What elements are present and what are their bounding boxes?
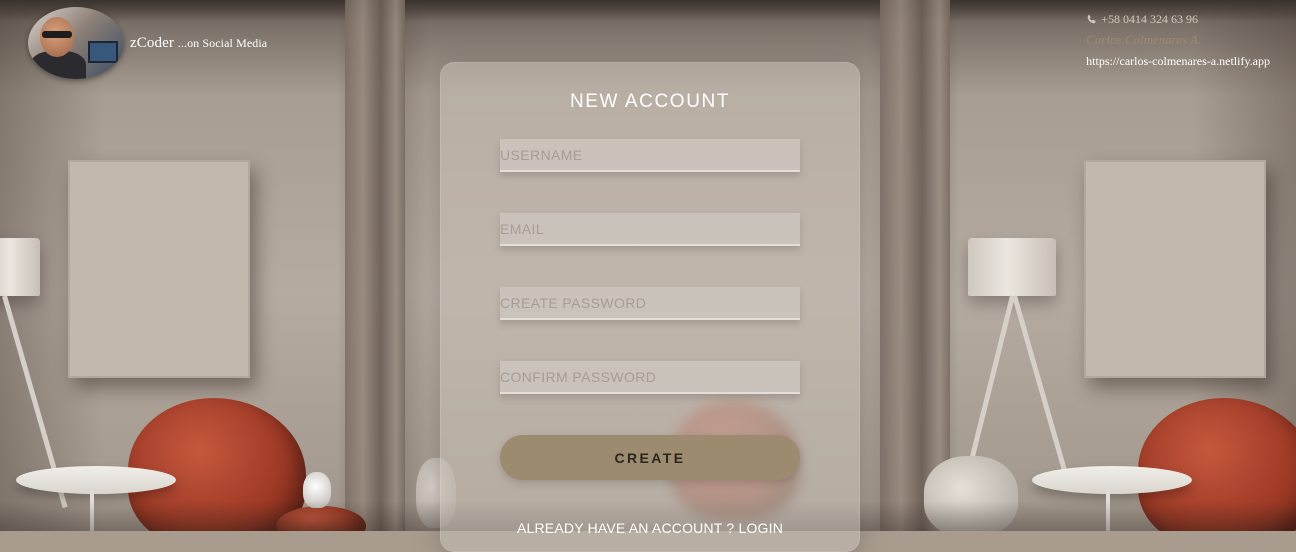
lamp-shade-left [0,238,40,296]
create-password-input[interactable] [500,287,800,320]
side-table-right [1032,466,1192,494]
phone-number: +58 0414 324 63 96 [1101,12,1198,26]
contact-name: Carlos Colmenares A. [1086,32,1202,47]
form-title: NEW ACCOUNT [569,91,731,112]
signup-card: NEW ACCOUNT CREATE ALREADY HAVE AN ACCOU… [440,62,860,552]
contact-url[interactable]: https://carlos-colmenares-a.netlify.app [1086,54,1270,69]
username-input[interactable] [500,139,800,172]
email-input[interactable] [500,213,800,246]
wall-panel-right [1084,160,1266,378]
avatar-monitor [88,41,118,63]
brand[interactable]: zCoder ...on Social Media [28,7,267,79]
wall-panel-left [68,160,250,378]
lamp-shade-right [968,238,1056,296]
side-table-left [16,466,176,494]
brand-text[interactable]: zCoder ...on Social Media [130,35,267,52]
login-link[interactable]: ALREADY HAVE AN ACCOUNT ? LOGIN [440,520,860,536]
phone-icon [1087,14,1096,24]
avatar-glasses [42,31,72,38]
create-button[interactable]: CREATE [500,435,800,480]
brand-name: zCoder [130,34,174,51]
phone-row: +58 0414 324 63 96 [1086,12,1270,27]
avatar[interactable] [28,7,124,79]
contact-info: +58 0414 324 63 96 Carlos Colmenares A. … [1086,12,1270,69]
curtain-left [345,0,405,531]
curtain-right [880,0,950,531]
brand-tagline: ...on Social Media [177,35,268,50]
confirm-password-input[interactable] [500,361,800,394]
